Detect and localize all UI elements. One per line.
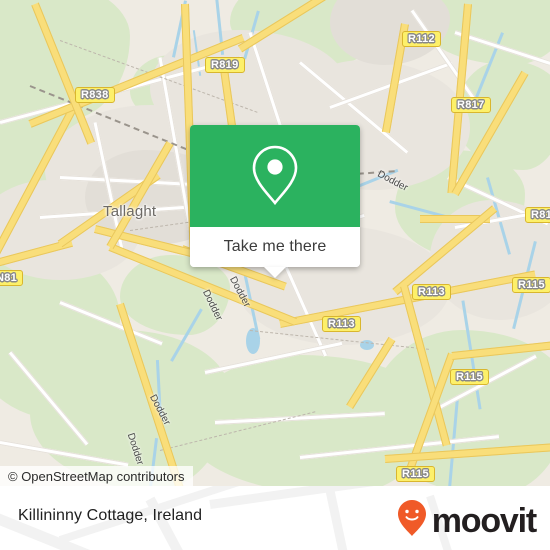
map-page: Tallaght Dodder Dodder Dodder Dodder Dod… (0, 0, 550, 550)
take-me-there-button[interactable]: Take me there (190, 227, 360, 278)
map-pin-icon (246, 141, 304, 212)
moovit-wordmark: moovit (431, 501, 537, 540)
map-canvas[interactable]: Tallaght Dodder Dodder Dodder Dodder Dod… (0, 0, 550, 486)
popup-header (190, 125, 360, 227)
footer-watermark (325, 489, 360, 550)
map-road-shield: R113 (412, 284, 451, 300)
map-road-shield: N81 (0, 270, 24, 286)
map-place-label-tallaght: Tallaght (103, 203, 157, 220)
map-road-shield: R115 (450, 369, 489, 385)
moovit-logo[interactable]: moovit (397, 499, 537, 542)
footer-bar: Killininny Cottage, Ireland moovit (0, 486, 550, 550)
moovit-smiley-pin-icon (397, 499, 427, 542)
map-road-shield: R817 (451, 97, 491, 113)
location-title: Killininny Cottage, Ireland (18, 507, 203, 524)
map-road-shield: R115 (396, 466, 435, 482)
map-road-shield: R81 (525, 207, 550, 223)
map-road-shield: R819 (205, 57, 245, 73)
osm-attribution[interactable]: © OpenStreetMap contributors (0, 466, 193, 486)
map-road-shield: R112 (402, 31, 441, 47)
osm-attribution-text: © OpenStreetMap contributors (8, 468, 185, 484)
map-road-shield: R113 (322, 316, 361, 332)
location-popup[interactable]: Take me there (190, 125, 360, 278)
take-me-there-label: Take me there (223, 238, 327, 255)
popup-pointer-tail (264, 267, 286, 278)
map-road-shield: R115 (512, 277, 550, 293)
map-road-shield: R838 (75, 87, 115, 103)
